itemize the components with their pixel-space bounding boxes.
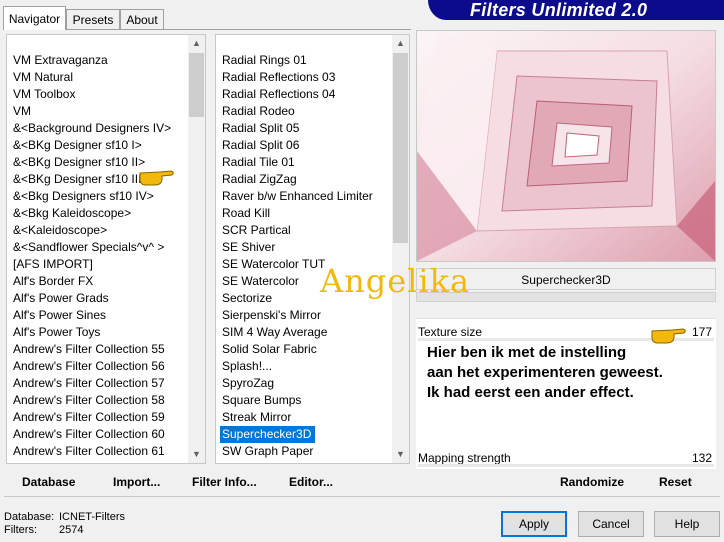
list-item[interactable]: &<Bkg Kaleidoscope> [7, 205, 183, 222]
list-item[interactable]: &<Sandflower Specials^v^ > [7, 239, 183, 256]
list-item[interactable]: Radial Rings 01 [216, 52, 390, 69]
list-item[interactable]: Alf's Power Toys [7, 324, 183, 341]
apply-button[interactable]: Apply [501, 511, 567, 537]
divider [4, 496, 720, 497]
list-item[interactable]: Road Kill [216, 205, 390, 222]
list-item[interactable]: Splash!... [216, 358, 390, 375]
list-item[interactable]: SW Graph Paper [216, 443, 390, 460]
list-item[interactable]: Andrew's Filter Collection 58 [7, 392, 183, 409]
list-item[interactable]: Radial ZigZag [216, 171, 390, 188]
annotation-note: Hier ben ik met de instelling aan het ex… [427, 343, 663, 403]
list-item[interactable]: SW Hollow Dot [216, 460, 390, 463]
list-item[interactable]: Andrew's Filter Collection 61 [7, 443, 183, 460]
list-item[interactable]: &<Kaleidoscope> [7, 222, 183, 239]
list-item[interactable]: Radial Split 05 [216, 120, 390, 137]
list-item[interactable]: Alf's Border FX [7, 273, 183, 290]
texture-size-label: Texture size [418, 325, 483, 339]
list-item[interactable]: &<Bkg Designers sf10 IV> [7, 188, 183, 205]
mapping-strength-label: Mapping strength [418, 451, 511, 465]
list-item[interactable]: VM Extravaganza [7, 52, 183, 69]
scroll-up-icon[interactable]: ▲ [392, 35, 409, 52]
scroll-up-icon[interactable]: ▲ [188, 35, 205, 52]
reset-button[interactable]: Reset [659, 475, 692, 489]
list-item[interactable]: Radial Reflections 03 [216, 69, 390, 86]
pointing-hand-icon [650, 324, 688, 346]
database-status-value: ICNET-Filters [59, 511, 125, 523]
tab-about[interactable]: About [120, 9, 164, 29]
note-line-1: Hier ben ik met de instelling [427, 344, 627, 361]
mapping-strength-value[interactable]: 132 [690, 451, 712, 465]
list-item[interactable]: Raver b/w Enhanced Limiter [216, 188, 390, 205]
category-scrollbar[interactable]: ▲ ▼ [188, 35, 205, 463]
scroll-thumb[interactable] [393, 53, 408, 243]
list-item[interactable]: VM [7, 103, 183, 120]
note-line-2: aan het experimenteren geweest. [427, 364, 663, 381]
filter-list[interactable]: Radial Rings 01 Radial Reflections 03 Radi… [215, 34, 410, 464]
list-item[interactable]: SE Shiver [216, 239, 390, 256]
database-status-label: Database: [4, 511, 55, 523]
tab-navigator[interactable]: Navigator [3, 6, 66, 30]
cancel-button[interactable]: Cancel [578, 511, 644, 537]
list-item[interactable]: Streak Mirror [216, 409, 390, 426]
list-item[interactable]: SIM 4 Way Average [216, 324, 390, 341]
pointing-hand-icon [138, 166, 176, 188]
category-list[interactable]: VM Extravaganza VM Natural VM Toolbox VM &<B… [6, 34, 206, 464]
filters-status-label: Filters: [4, 524, 37, 536]
list-item[interactable]: Alf's Power Sines [7, 307, 183, 324]
database-button[interactable]: Database [22, 475, 75, 489]
list-item[interactable]: Andrew's Filter Collection 55 [7, 341, 183, 358]
list-item[interactable]: Andrew's Filter Collection 57 [7, 375, 183, 392]
list-item[interactable]: Andrew's Filter Collection 59 [7, 409, 183, 426]
app-title: Filters Unlimited 2.0 [470, 0, 648, 20]
filters-status-value: 2574 [59, 524, 84, 536]
list-item[interactable]: Superchecker3D [220, 426, 316, 443]
list-item[interactable]: [AFS IMPORT] [7, 256, 183, 273]
scroll-thumb[interactable] [189, 53, 204, 117]
list-item[interactable]: VM Toolbox [7, 86, 183, 103]
list-item[interactable]: Alf's Power Grads [7, 290, 183, 307]
list-item[interactable]: Andrew's Filter Collection 60 [7, 426, 183, 443]
list-item[interactable]: Andrew's Filter Collection 62 [7, 460, 183, 463]
preview-graphic [417, 31, 715, 261]
list-item[interactable]: Sierpenski's Mirror [216, 307, 390, 324]
list-item[interactable]: Radial Rodeo [216, 103, 390, 120]
scroll-down-icon[interactable]: ▼ [392, 446, 409, 463]
list-item[interactable]: Radial Tile 01 [216, 154, 390, 171]
list-item[interactable]: Radial Split 06 [216, 137, 390, 154]
list-item[interactable]: Andrew's Filter Collection 56 [7, 358, 183, 375]
filter-scrollbar[interactable]: ▲ ▼ [392, 35, 409, 463]
watermark-text: Angelika [320, 262, 471, 300]
editor-button[interactable]: Editor... [289, 475, 333, 489]
preview-image [416, 30, 716, 262]
tab-presets[interactable]: Presets [66, 9, 120, 29]
import-button[interactable]: Import... [113, 475, 160, 489]
mapping-strength-slider[interactable] [418, 464, 714, 467]
list-item[interactable]: VM Natural [7, 69, 183, 86]
list-item[interactable]: SpyroZag [216, 375, 390, 392]
list-item[interactable]: Radial Reflections 04 [216, 86, 390, 103]
scroll-down-icon[interactable]: ▼ [188, 446, 205, 463]
list-item[interactable]: &<BKg Designer sf10 I> [7, 137, 183, 154]
list-item[interactable]: &<Background Designers IV> [7, 120, 183, 137]
help-button[interactable]: Help [654, 511, 720, 537]
filter-info-button[interactable]: Filter Info... [192, 475, 257, 489]
list-item[interactable]: Square Bumps [216, 392, 390, 409]
note-line-3: Ik had eerst een ander effect. [427, 384, 634, 401]
texture-size-value[interactable]: 177 [690, 325, 712, 339]
list-item[interactable]: Solid Solar Fabric [216, 341, 390, 358]
randomize-button[interactable]: Randomize [560, 475, 624, 489]
list-item[interactable]: SCR Partical [216, 222, 390, 239]
